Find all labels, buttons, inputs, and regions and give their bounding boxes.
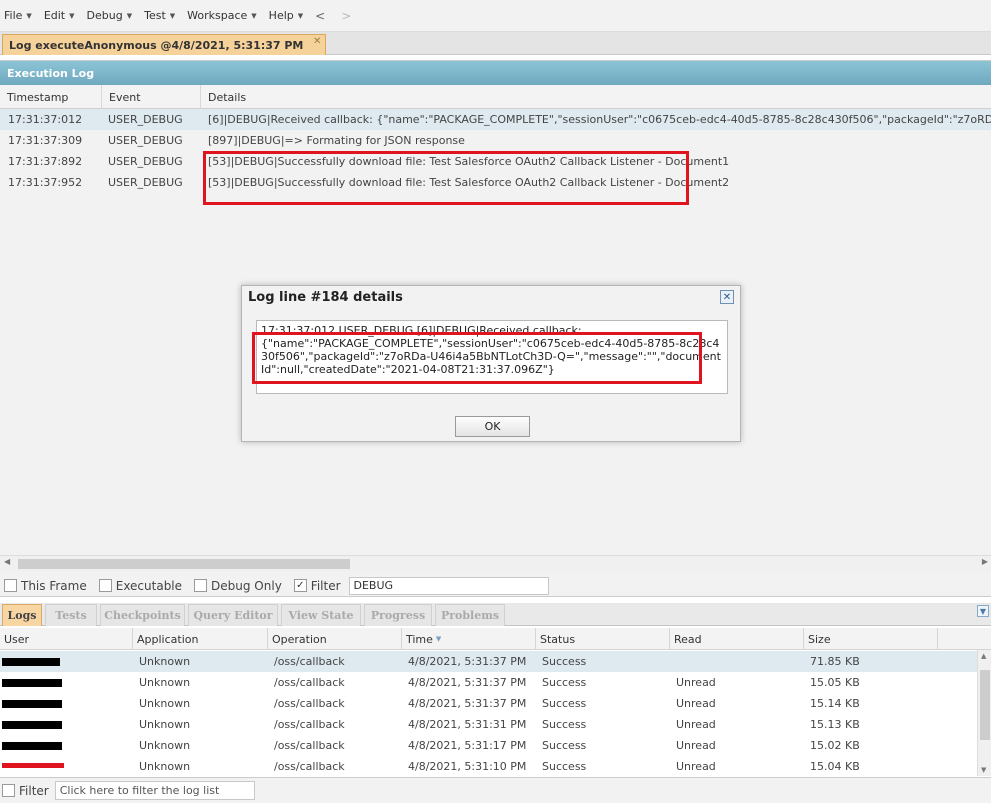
redacted-user — [2, 721, 62, 729]
table-row[interactable]: Unknown /oss/callback 4/8/2021, 5:31:10 … — [0, 756, 977, 777]
table-row[interactable]: 17:31:37:309 USER_DEBUG [897]|DEBUG|=> F… — [0, 130, 991, 151]
table-row[interactable]: Unknown /oss/callback 4/8/2021, 5:31:31 … — [0, 714, 977, 735]
editor-tab-strip: Log executeAnonymous @4/8/2021, 5:31:37 … — [0, 32, 991, 55]
chevron-down-icon: ▼ — [297, 11, 304, 20]
scroll-right-icon[interactable]: ▶ — [982, 557, 988, 566]
chevron-down-icon: ▼ — [26, 11, 32, 20]
debug-only-checkbox[interactable] — [194, 579, 208, 592]
execution-filter-bar: This Frame Executable Debug Only ✓ Filte… — [0, 575, 991, 597]
menu-workspace[interactable]: Workspace ▼ — [187, 9, 257, 22]
forward-arrow-icon[interactable]: > — [341, 9, 351, 23]
column-header-details[interactable]: Details — [201, 85, 991, 109]
tab-log-execute-anonymous[interactable]: Log executeAnonymous @4/8/2021, 5:31:37 … — [2, 34, 327, 55]
menu-bar: File ▼ Edit ▼ Debug ▼ Test ▼ Workspace ▼ Help… — [0, 0, 991, 32]
tab-query-editor[interactable]: Query Editor — [188, 604, 278, 626]
table-row[interactable]: Unknown /oss/callback 4/8/2021, 5:31:37 … — [0, 693, 977, 714]
redacted-user — [2, 700, 62, 708]
redacted-user — [2, 763, 64, 768]
chevron-down-icon: ▼ — [69, 11, 75, 20]
logs-filter-checkbox[interactable] — [2, 784, 15, 797]
column-header-operation[interactable]: Operation — [268, 628, 402, 650]
sort-desc-icon: ▼ — [435, 635, 442, 643]
chevron-down-icon: ▼ — [169, 11, 176, 20]
menu-test[interactable]: Test ▼ — [144, 9, 175, 22]
column-header-user[interactable]: User — [0, 628, 133, 650]
close-icon[interactable]: ✕ — [313, 36, 321, 47]
column-header-time[interactable]: Time ▼ — [402, 628, 536, 650]
column-header-application[interactable]: Application — [133, 628, 268, 650]
logs-filter-label: Filter — [19, 783, 49, 798]
this-frame-checkbox[interactable] — [4, 579, 17, 592]
table-row[interactable]: Unknown /oss/callback 4/8/2021, 5:31:37 … — [0, 651, 977, 672]
horizontal-scrollbar[interactable]: ◀ ▶ — [0, 555, 991, 572]
scrollbar-thumb[interactable] — [980, 670, 990, 740]
menu-debug[interactable]: Debug ▼ — [87, 9, 133, 22]
scrollbar-thumb[interactable] — [18, 559, 350, 569]
column-header-size[interactable]: Size — [804, 628, 938, 650]
executable-label: Executable — [115, 578, 183, 593]
filter-input[interactable]: DEBUG — [348, 576, 549, 595]
tab-checkpoints[interactable]: Checkpoints — [100, 604, 185, 626]
log-details-textarea[interactable]: 17:31:37:012 USER_DEBUG [6]|DEBUG|Receiv… — [256, 320, 728, 394]
collapse-icon[interactable]: ▼ — [977, 605, 989, 617]
table-row[interactable]: 17:31:37:012 USER_DEBUG [6]|DEBUG|Receiv… — [0, 109, 991, 130]
logs-filter-input[interactable]: Click here to filter the log list — [54, 781, 255, 800]
chevron-down-icon: ▼ — [251, 11, 257, 20]
tab-label: Log executeAnonymous @4/8/2021, 5:31:37 … — [9, 38, 304, 52]
scroll-down-icon[interactable]: ▼ — [981, 766, 986, 774]
column-header-timestamp[interactable]: Timestamp — [0, 85, 102, 109]
redacted-user — [2, 658, 60, 666]
column-header-event[interactable]: Event — [102, 85, 201, 109]
dialog-title: Log line #184 details — [248, 290, 403, 305]
log-line-details-dialog: Log line #184 details ✕ 17:31:37:012 USE… — [241, 285, 741, 442]
column-header-read[interactable]: Read — [670, 628, 804, 650]
this-frame-label: This Frame — [21, 578, 87, 593]
bottom-tab-strip: Logs Tests Checkpoints Query Editor View… — [0, 603, 991, 626]
tab-view-state[interactable]: View State — [281, 604, 361, 626]
logs-filter-bar: Filter Click here to filter the log list — [0, 777, 991, 803]
tab-problems[interactable]: Problems — [435, 604, 505, 626]
column-header-status[interactable]: Status — [536, 628, 670, 650]
ok-button[interactable]: OK — [455, 416, 530, 437]
close-icon[interactable]: ✕ — [720, 290, 734, 304]
debug-only-label: Debug Only — [211, 578, 282, 593]
panel-title: Execution Log — [0, 61, 991, 85]
table-row[interactable]: Unknown /oss/callback 4/8/2021, 5:31:37 … — [0, 672, 977, 693]
tab-progress[interactable]: Progress — [364, 604, 432, 626]
menu-edit[interactable]: Edit ▼ — [44, 9, 75, 22]
highlight-annotation — [203, 151, 689, 205]
scroll-up-icon[interactable]: ▲ — [981, 652, 986, 660]
tab-logs[interactable]: Logs — [2, 604, 42, 626]
table-row[interactable]: Unknown /oss/callback 4/8/2021, 5:31:17 … — [0, 735, 977, 756]
chevron-down-icon: ▼ — [126, 11, 133, 20]
tab-tests[interactable]: Tests — [45, 604, 97, 626]
filter-label: Filter — [310, 578, 341, 593]
logs-table-header: User Application Operation Time ▼ Status … — [0, 628, 991, 650]
back-arrow-icon[interactable]: < — [315, 9, 325, 23]
filter-checkbox[interactable]: ✓ — [293, 579, 307, 592]
scroll-left-icon[interactable]: ◀ — [4, 557, 10, 566]
menu-help[interactable]: Help ▼ — [269, 9, 303, 22]
executable-checkbox[interactable] — [98, 579, 112, 592]
redacted-user — [2, 679, 62, 687]
redacted-user — [2, 742, 62, 750]
menu-file[interactable]: File ▼ — [4, 9, 32, 22]
execution-log-header: Timestamp Event Details — [0, 85, 991, 109]
vertical-scrollbar[interactable]: ▲ ▼ — [977, 650, 991, 776]
